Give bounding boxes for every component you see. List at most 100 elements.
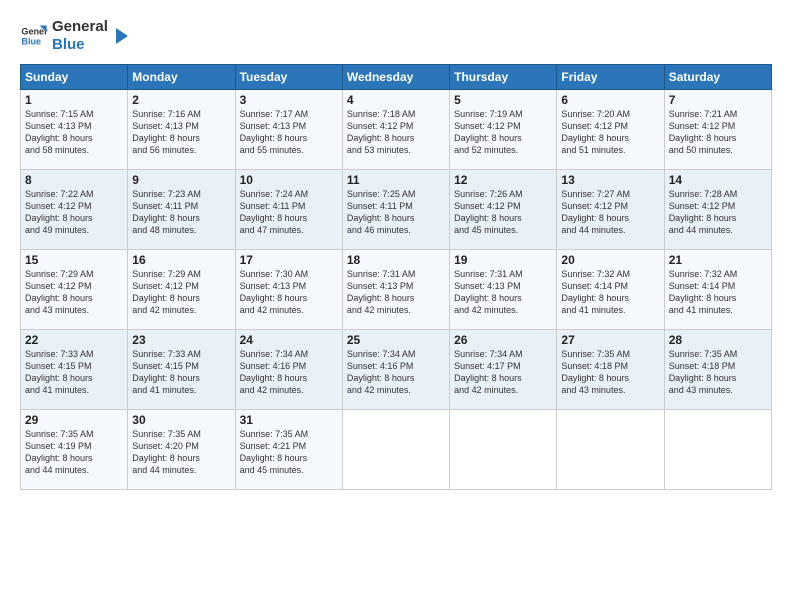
calendar-cell [342,410,449,490]
calendar-cell: 3Sunrise: 7:17 AM Sunset: 4:13 PM Daylig… [235,90,342,170]
cell-text: Sunrise: 7:19 AM Sunset: 4:12 PM Dayligh… [454,108,552,157]
cell-text: Sunrise: 7:15 AM Sunset: 4:13 PM Dayligh… [25,108,123,157]
cell-text: Sunrise: 7:22 AM Sunset: 4:12 PM Dayligh… [25,188,123,237]
calendar-cell [664,410,771,490]
day-number: 30 [132,413,230,427]
calendar-cell [557,410,664,490]
day-number: 16 [132,253,230,267]
cell-text: Sunrise: 7:30 AM Sunset: 4:13 PM Dayligh… [240,268,338,317]
day-number: 28 [669,333,767,347]
day-number: 14 [669,173,767,187]
calendar-cell: 19Sunrise: 7:31 AM Sunset: 4:13 PM Dayli… [450,250,557,330]
calendar-cell: 7Sunrise: 7:21 AM Sunset: 4:12 PM Daylig… [664,90,771,170]
calendar-week-row: 1Sunrise: 7:15 AM Sunset: 4:13 PM Daylig… [21,90,772,170]
cell-text: Sunrise: 7:35 AM Sunset: 4:21 PM Dayligh… [240,428,338,477]
logo-arrow-icon [112,26,132,46]
day-number: 15 [25,253,123,267]
cell-text: Sunrise: 7:17 AM Sunset: 4:13 PM Dayligh… [240,108,338,157]
calendar-cell: 28Sunrise: 7:35 AM Sunset: 4:18 PM Dayli… [664,330,771,410]
calendar-cell: 13Sunrise: 7:27 AM Sunset: 4:12 PM Dayli… [557,170,664,250]
calendar-cell: 18Sunrise: 7:31 AM Sunset: 4:13 PM Dayli… [342,250,449,330]
cell-text: Sunrise: 7:33 AM Sunset: 4:15 PM Dayligh… [25,348,123,397]
day-number: 26 [454,333,552,347]
cell-text: Sunrise: 7:27 AM Sunset: 4:12 PM Dayligh… [561,188,659,237]
logo-blue: Blue [52,36,108,54]
calendar-cell: 15Sunrise: 7:29 AM Sunset: 4:12 PM Dayli… [21,250,128,330]
calendar-cell: 24Sunrise: 7:34 AM Sunset: 4:16 PM Dayli… [235,330,342,410]
day-number: 20 [561,253,659,267]
calendar-table: SundayMondayTuesdayWednesdayThursdayFrid… [20,64,772,490]
cell-text: Sunrise: 7:35 AM Sunset: 4:18 PM Dayligh… [561,348,659,397]
cell-text: Sunrise: 7:34 AM Sunset: 4:17 PM Dayligh… [454,348,552,397]
header: General Blue General Blue [20,18,772,54]
calendar-cell: 29Sunrise: 7:35 AM Sunset: 4:19 PM Dayli… [21,410,128,490]
calendar-cell: 20Sunrise: 7:32 AM Sunset: 4:14 PM Dayli… [557,250,664,330]
day-number: 7 [669,93,767,107]
calendar-cell: 30Sunrise: 7:35 AM Sunset: 4:20 PM Dayli… [128,410,235,490]
calendar-cell: 12Sunrise: 7:26 AM Sunset: 4:12 PM Dayli… [450,170,557,250]
calendar-page: General Blue General Blue SundayMondayTu… [0,0,792,612]
calendar-cell: 5Sunrise: 7:19 AM Sunset: 4:12 PM Daylig… [450,90,557,170]
calendar-cell: 16Sunrise: 7:29 AM Sunset: 4:12 PM Dayli… [128,250,235,330]
calendar-cell: 8Sunrise: 7:22 AM Sunset: 4:12 PM Daylig… [21,170,128,250]
cell-text: Sunrise: 7:35 AM Sunset: 4:20 PM Dayligh… [132,428,230,477]
col-header-thursday: Thursday [450,65,557,90]
calendar-cell [450,410,557,490]
cell-text: Sunrise: 7:32 AM Sunset: 4:14 PM Dayligh… [669,268,767,317]
day-number: 22 [25,333,123,347]
day-number: 21 [669,253,767,267]
calendar-cell: 17Sunrise: 7:30 AM Sunset: 4:13 PM Dayli… [235,250,342,330]
cell-text: Sunrise: 7:24 AM Sunset: 4:11 PM Dayligh… [240,188,338,237]
calendar-week-row: 29Sunrise: 7:35 AM Sunset: 4:19 PM Dayli… [21,410,772,490]
day-number: 25 [347,333,445,347]
calendar-header-row: SundayMondayTuesdayWednesdayThursdayFrid… [21,65,772,90]
day-number: 19 [454,253,552,267]
col-header-wednesday: Wednesday [342,65,449,90]
day-number: 18 [347,253,445,267]
calendar-week-row: 22Sunrise: 7:33 AM Sunset: 4:15 PM Dayli… [21,330,772,410]
cell-text: Sunrise: 7:31 AM Sunset: 4:13 PM Dayligh… [347,268,445,317]
cell-text: Sunrise: 7:26 AM Sunset: 4:12 PM Dayligh… [454,188,552,237]
calendar-cell: 31Sunrise: 7:35 AM Sunset: 4:21 PM Dayli… [235,410,342,490]
calendar-cell: 4Sunrise: 7:18 AM Sunset: 4:12 PM Daylig… [342,90,449,170]
calendar-cell: 27Sunrise: 7:35 AM Sunset: 4:18 PM Dayli… [557,330,664,410]
cell-text: Sunrise: 7:16 AM Sunset: 4:13 PM Dayligh… [132,108,230,157]
calendar-cell: 25Sunrise: 7:34 AM Sunset: 4:16 PM Dayli… [342,330,449,410]
col-header-sunday: Sunday [21,65,128,90]
day-number: 12 [454,173,552,187]
day-number: 1 [25,93,123,107]
col-header-saturday: Saturday [664,65,771,90]
cell-text: Sunrise: 7:28 AM Sunset: 4:12 PM Dayligh… [669,188,767,237]
cell-text: Sunrise: 7:33 AM Sunset: 4:15 PM Dayligh… [132,348,230,397]
col-header-friday: Friday [557,65,664,90]
calendar-cell: 10Sunrise: 7:24 AM Sunset: 4:11 PM Dayli… [235,170,342,250]
day-number: 11 [347,173,445,187]
day-number: 3 [240,93,338,107]
logo-icon: General Blue [20,22,48,50]
cell-text: Sunrise: 7:23 AM Sunset: 4:11 PM Dayligh… [132,188,230,237]
cell-text: Sunrise: 7:34 AM Sunset: 4:16 PM Dayligh… [347,348,445,397]
calendar-cell: 21Sunrise: 7:32 AM Sunset: 4:14 PM Dayli… [664,250,771,330]
cell-text: Sunrise: 7:20 AM Sunset: 4:12 PM Dayligh… [561,108,659,157]
day-number: 2 [132,93,230,107]
day-number: 6 [561,93,659,107]
day-number: 31 [240,413,338,427]
cell-text: Sunrise: 7:34 AM Sunset: 4:16 PM Dayligh… [240,348,338,397]
cell-text: Sunrise: 7:29 AM Sunset: 4:12 PM Dayligh… [132,268,230,317]
calendar-cell: 9Sunrise: 7:23 AM Sunset: 4:11 PM Daylig… [128,170,235,250]
calendar-cell: 23Sunrise: 7:33 AM Sunset: 4:15 PM Dayli… [128,330,235,410]
cell-text: Sunrise: 7:35 AM Sunset: 4:19 PM Dayligh… [25,428,123,477]
calendar-cell: 2Sunrise: 7:16 AM Sunset: 4:13 PM Daylig… [128,90,235,170]
day-number: 13 [561,173,659,187]
day-number: 29 [25,413,123,427]
cell-text: Sunrise: 7:31 AM Sunset: 4:13 PM Dayligh… [454,268,552,317]
logo: General Blue General Blue [20,18,132,54]
calendar-cell: 22Sunrise: 7:33 AM Sunset: 4:15 PM Dayli… [21,330,128,410]
calendar-week-row: 8Sunrise: 7:22 AM Sunset: 4:12 PM Daylig… [21,170,772,250]
calendar-cell: 6Sunrise: 7:20 AM Sunset: 4:12 PM Daylig… [557,90,664,170]
col-header-monday: Monday [128,65,235,90]
day-number: 8 [25,173,123,187]
day-number: 23 [132,333,230,347]
day-number: 5 [454,93,552,107]
svg-text:Blue: Blue [21,36,41,46]
